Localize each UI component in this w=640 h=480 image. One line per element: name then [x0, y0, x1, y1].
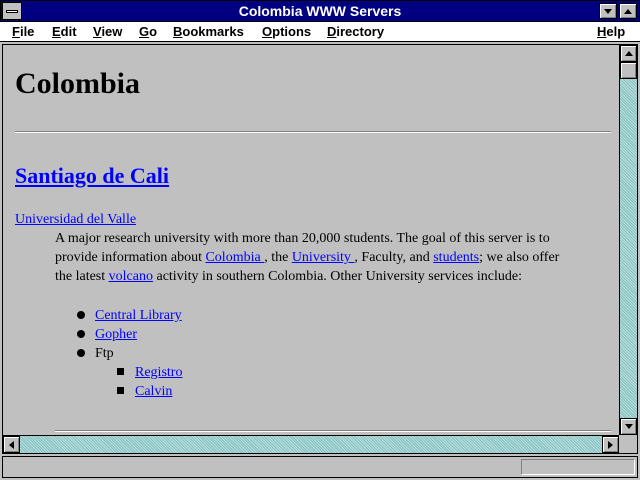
maximize-icon [624, 8, 632, 14]
horizontal-scroll-track[interactable] [20, 436, 602, 453]
menu-directory[interactable]: Directory [327, 24, 384, 39]
link-volcano[interactable]: volcano [109, 269, 153, 284]
scroll-right-icon [608, 440, 613, 449]
scroll-left-icon [9, 440, 14, 449]
link-colombia[interactable]: Colombia [205, 250, 264, 265]
menu-view[interactable]: View [93, 24, 122, 39]
square-bullet-icon [117, 387, 124, 394]
minimize-icon [604, 8, 612, 14]
link-university[interactable]: University [292, 250, 355, 265]
scroll-up-icon [624, 51, 633, 56]
scroll-left-button[interactable] [3, 436, 20, 453]
scroll-up-button[interactable] [620, 45, 637, 62]
vertical-scrollbar[interactable] [619, 45, 637, 435]
status-bar [2, 456, 638, 478]
square-bullet-icon [117, 368, 124, 375]
link-gopher[interactable]: Gopher [95, 327, 137, 342]
page-heading: Colombia [15, 67, 141, 100]
document-frame: Colombia Santiago de Cali Universidad de… [2, 44, 638, 454]
menu-bar: File Edit View Go Bookmarks Options Dire… [0, 22, 640, 42]
link-universidad-del-valle[interactable]: Universidad del Valle [15, 212, 136, 227]
vertical-scroll-thumb[interactable] [620, 62, 637, 79]
menu-go[interactable]: Go [139, 24, 157, 39]
bullet-icon [77, 330, 85, 338]
paragraph-line-1: A major research university with more th… [55, 231, 550, 246]
document-view: Colombia Santiago de Cali Universidad de… [3, 45, 619, 435]
paragraph-line-2: provide information about Colombia , the… [55, 250, 560, 265]
bullet-icon [77, 349, 85, 357]
vertical-scroll-track[interactable] [620, 79, 637, 419]
maximize-button[interactable] [619, 3, 637, 19]
title-bar: Colombia WWW Servers [0, 0, 640, 22]
menu-file[interactable]: File [12, 24, 34, 39]
menu-help[interactable]: Help [597, 24, 625, 39]
minimize-button[interactable] [599, 3, 617, 19]
scroll-down-button[interactable] [620, 418, 637, 435]
link-registro[interactable]: Registro [135, 365, 182, 380]
bullet-icon [77, 311, 85, 319]
section-link-santiago-de-cali[interactable]: Santiago de Cali [15, 163, 169, 189]
divider [15, 131, 611, 133]
horizontal-scrollbar[interactable] [3, 435, 619, 453]
link-calvin[interactable]: Calvin [135, 384, 172, 399]
link-central-library[interactable]: Central Library [95, 308, 182, 323]
list-item-ftp: Ftp [95, 346, 114, 361]
link-students[interactable]: students [433, 250, 479, 265]
menu-edit[interactable]: Edit [52, 24, 77, 39]
menu-bookmarks[interactable]: Bookmarks [173, 24, 244, 39]
menu-options[interactable]: Options [262, 24, 311, 39]
divider [55, 430, 611, 432]
status-progress-field [521, 459, 635, 475]
window-title: Colombia WWW Servers [238, 3, 402, 19]
scroll-down-icon [624, 424, 633, 429]
paragraph-line-3: the latest volcano activity in southern … [55, 269, 522, 284]
scroll-right-button[interactable] [602, 436, 619, 453]
